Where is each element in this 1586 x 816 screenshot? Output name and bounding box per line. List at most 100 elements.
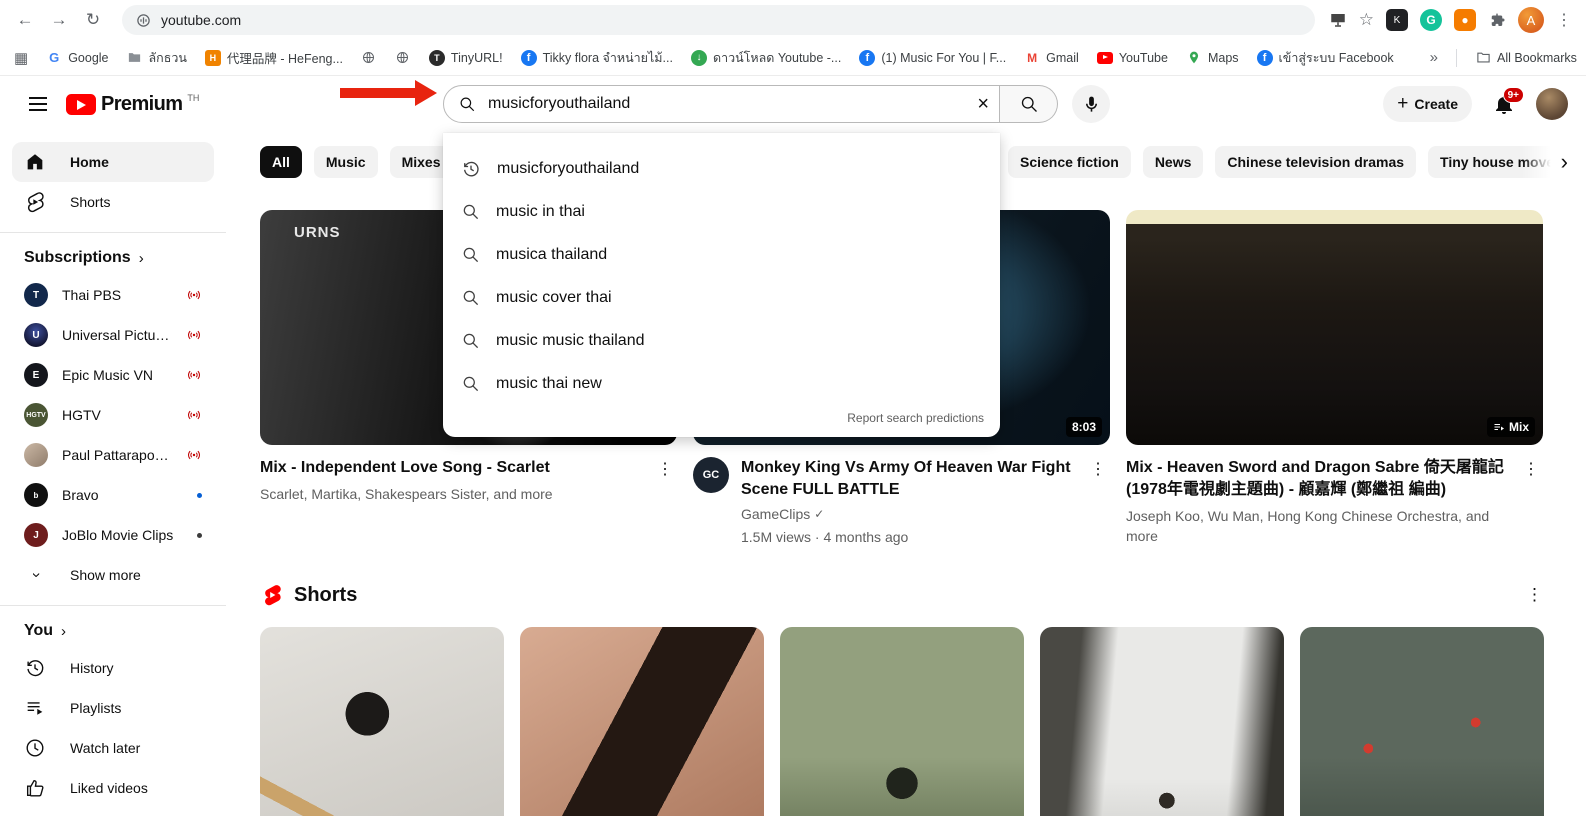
- chip-all[interactable]: All: [260, 146, 302, 178]
- chevron-right-icon: ›: [139, 250, 144, 267]
- subscription-channel[interactable]: J JoBlo Movie Clips: [12, 515, 214, 555]
- bookmark-item[interactable]: MGmail: [1024, 50, 1079, 66]
- back-button[interactable]: ←: [10, 5, 40, 35]
- bookmark-item[interactable]: [395, 50, 411, 66]
- extensions-puzzle-icon[interactable]: [1488, 11, 1506, 29]
- subscription-channel[interactable]: T Thai PBS: [12, 275, 214, 315]
- install-icon[interactable]: [1329, 11, 1347, 29]
- facebook-favicon: f: [1257, 50, 1273, 66]
- sidebar-item-shorts[interactable]: Shorts: [12, 182, 214, 222]
- search-suggestion[interactable]: music in thai: [443, 190, 1000, 233]
- bookmark-item[interactable]: ↓ดาวน์โหลด Youtube -...: [691, 48, 841, 68]
- video-menu-icon[interactable]: ⋮: [653, 457, 677, 504]
- video-info: Mix - Heaven Sword and Dragon Sabre 倚天屠龍…: [1126, 457, 1543, 546]
- subscription-channel[interactable]: U Universal Picture...: [12, 315, 214, 355]
- apps-grid-icon[interactable]: ▦: [14, 49, 28, 67]
- chip-news[interactable]: News: [1143, 146, 1204, 178]
- bookmark-star-icon[interactable]: ☆: [1359, 10, 1374, 30]
- sidebar-item-liked-videos[interactable]: Liked videos: [12, 768, 214, 808]
- grammarly-extension-icon[interactable]: G: [1420, 9, 1442, 31]
- sidebar-item-watch-later[interactable]: Watch later: [12, 728, 214, 768]
- shorts-menu-icon[interactable]: ⋮: [1526, 585, 1543, 605]
- youtube-premium-logo[interactable]: Premium TH: [66, 92, 199, 116]
- subscription-channel[interactable]: E Epic Music VN: [12, 355, 214, 395]
- report-search-predictions-link[interactable]: Report search predictions: [443, 405, 1000, 431]
- bookmark-item[interactable]: TTinyURL!: [429, 50, 503, 66]
- subscriptions-header[interactable]: Subscriptions ›: [0, 241, 226, 275]
- short-thumbnail[interactable]: [260, 627, 504, 816]
- account-avatar[interactable]: [1536, 88, 1568, 120]
- subscription-channel[interactable]: Paul Pattarapon ...: [12, 435, 214, 475]
- voice-search-icon[interactable]: [1072, 85, 1110, 123]
- chips-scroll-right-icon[interactable]: ›: [1522, 146, 1586, 178]
- subscription-channel[interactable]: HGTV HGTV: [12, 395, 214, 435]
- video-menu-icon[interactable]: ⋮: [1086, 457, 1110, 547]
- bookmark-item[interactable]: [361, 50, 377, 66]
- bookmark-item[interactable]: Maps: [1186, 50, 1239, 66]
- video-byline[interactable]: Scarlet, Martika, Shakespears Sister, an…: [260, 484, 641, 504]
- bookmark-item[interactable]: ลักธวน: [127, 48, 187, 68]
- search-button[interactable]: [1000, 85, 1058, 123]
- bookmark-item[interactable]: f(1) Music For You | F...: [859, 50, 1006, 66]
- orange-extension-icon[interactable]: ●: [1454, 9, 1476, 31]
- url-bar[interactable]: youtube.com: [122, 5, 1315, 35]
- video-menu-icon[interactable]: ⋮: [1519, 457, 1543, 546]
- site-info-icon[interactable]: [136, 13, 151, 28]
- reload-button[interactable]: ↻: [78, 5, 108, 35]
- browser-profile-avatar[interactable]: A: [1518, 7, 1544, 33]
- all-bookmarks-button[interactable]: All Bookmarks: [1475, 50, 1577, 66]
- channel-avatar[interactable]: GC: [693, 457, 729, 493]
- bookmarks-overflow-icon[interactable]: »: [1430, 49, 1438, 66]
- bookmark-item[interactable]: H代理品牌 - HeFeng...: [205, 48, 343, 67]
- search-suggestion[interactable]: music cover thai: [443, 276, 1000, 319]
- chip-music[interactable]: Music: [314, 146, 378, 178]
- video-info: Mix - Independent Love Song - Scarlet Sc…: [260, 457, 677, 504]
- notifications-bell-icon[interactable]: 9+: [1492, 92, 1516, 116]
- keyboard-extension-icon[interactable]: K: [1386, 9, 1408, 31]
- search-suggestion[interactable]: music music thailand: [443, 319, 1000, 362]
- video-title[interactable]: Mix - Independent Love Song - Scarlet: [260, 457, 641, 479]
- search-input[interactable]: [488, 95, 965, 113]
- short-thumbnail[interactable]: [780, 627, 1024, 816]
- short-thumbnail[interactable]: [1040, 627, 1284, 816]
- clear-search-icon[interactable]: ×: [977, 94, 989, 114]
- chips-left-group: All Music Mixes: [260, 146, 453, 178]
- chip-chinese-tv-dramas[interactable]: Chinese television dramas: [1215, 146, 1416, 178]
- channel-name[interactable]: GameClips: [741, 506, 810, 522]
- bookmark-item[interactable]: fTikky flora จำหน่ายไม้...: [521, 48, 673, 68]
- video-byline[interactable]: Joseph Koo, Wu Man, Hong Kong Chinese Or…: [1126, 506, 1507, 546]
- search-icon: [461, 331, 480, 350]
- suggestion-text: music thai new: [496, 375, 602, 393]
- channel-avatar: U: [24, 323, 48, 347]
- show-more-button[interactable]: › Show more: [12, 555, 214, 595]
- video-thumbnail[interactable]: Mix: [1126, 210, 1543, 445]
- search-suggestion[interactable]: musicforyouthailand: [443, 147, 1000, 190]
- folder-icon: [127, 50, 143, 66]
- sidebar-item-history[interactable]: History: [12, 648, 214, 688]
- create-button[interactable]: + Create: [1383, 86, 1472, 122]
- subscription-channel[interactable]: b Bravo: [12, 475, 214, 515]
- channel-avatar: J: [24, 523, 48, 547]
- bookmark-item[interactable]: fเข้าสู่ระบบ Facebook: [1257, 48, 1394, 68]
- video-title[interactable]: Mix - Heaven Sword and Dragon Sabre 倚天屠龍…: [1126, 457, 1507, 501]
- you-header[interactable]: You ›: [0, 614, 226, 648]
- divider: [1456, 49, 1457, 67]
- bookmark-item[interactable]: GGoogle: [46, 50, 108, 66]
- chips-right-group: Science fiction News Chinese television …: [1008, 146, 1586, 178]
- guide-menu-icon[interactable]: [18, 84, 58, 124]
- search-suggestion[interactable]: musica thailand: [443, 233, 1000, 276]
- video-title[interactable]: Monkey King Vs Army Of Heaven War Fight …: [741, 457, 1074, 501]
- youtube-masthead: Premium TH × + Create: [0, 76, 1586, 132]
- bookmark-label: TinyURL!: [451, 51, 503, 65]
- bookmark-item[interactable]: YouTube: [1097, 51, 1168, 65]
- short-thumbnail[interactable]: [1300, 627, 1544, 816]
- forward-button[interactable]: →: [44, 5, 74, 35]
- sidebar-item-home[interactable]: Home: [12, 142, 214, 182]
- sidebar-item-playlists[interactable]: Playlists: [12, 688, 214, 728]
- chip-science-fiction[interactable]: Science fiction: [1008, 146, 1131, 178]
- search-box[interactable]: ×: [443, 85, 1000, 123]
- search-suggestion[interactable]: music thai new: [443, 362, 1000, 405]
- facebook-favicon: f: [859, 50, 875, 66]
- browser-menu-icon[interactable]: ⋮: [1556, 10, 1572, 30]
- short-thumbnail[interactable]: [520, 627, 764, 816]
